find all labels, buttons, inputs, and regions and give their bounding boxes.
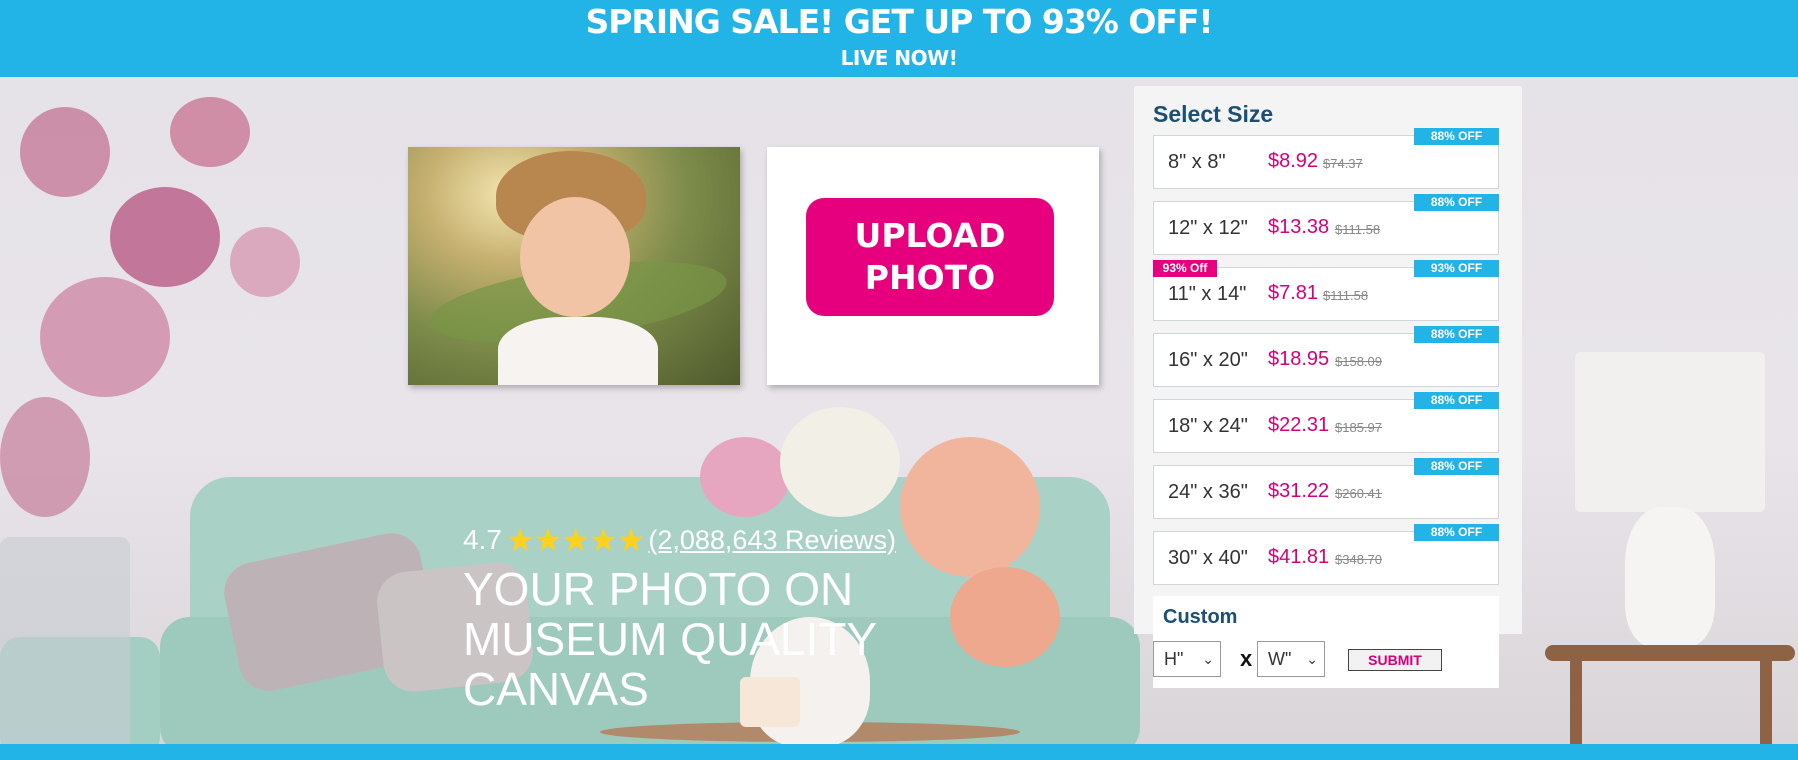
size-old-price: $74.37 <box>1323 156 1363 171</box>
reviews-link[interactable]: (2,088,643 Reviews) <box>648 525 896 556</box>
blossom-image <box>40 277 170 397</box>
size-option[interactable]: 11" x 14" $7.81 $111.58 93% Off 93% OFF <box>1153 260 1499 321</box>
upload-photo-button[interactable]: UPLOAD PHOTO <box>806 198 1054 316</box>
custom-size-box: Custom H" ⌄ x W" ⌄ SUBMIT <box>1153 596 1499 688</box>
hero-section: UPLOAD PHOTO 4.7 ★★★★★ (2,088,643 Review… <box>0 77 1798 744</box>
size-price: $7.81 <box>1268 282 1319 304</box>
size-label: 8" x 8" <box>1168 151 1226 173</box>
best-deal-badge: 93% Off <box>1153 260 1217 277</box>
size-price: $13.38 <box>1268 216 1330 238</box>
hero-headline: YOUR PHOTO ON MUSEUM QUALITY CANVAS <box>463 563 877 715</box>
discount-badge: 88% OFF <box>1414 128 1499 145</box>
size-old-price: $260.41 <box>1335 486 1382 501</box>
size-old-price: $158.09 <box>1335 354 1382 369</box>
peony-image <box>700 437 790 517</box>
promo-banner[interactable]: SPRING SALE! GET UP TO 93% OFF! LIVE NOW… <box>0 0 1798 77</box>
table-leg <box>1570 661 1582 744</box>
discount-badge: 88% OFF <box>1414 326 1499 343</box>
discount-badge: 88% OFF <box>1414 194 1499 211</box>
size-price: $41.81 <box>1268 546 1330 568</box>
promo-title: SPRING SALE! GET UP TO 93% OFF! <box>585 2 1213 41</box>
lamp-shade-image <box>1575 352 1765 512</box>
table-leg <box>1760 661 1772 744</box>
sample-canvas-photo <box>408 147 740 385</box>
size-option[interactable]: 18" x 24" $22.31 $185.97 88% OFF <box>1153 392 1499 453</box>
size-option[interactable]: 12" x 12" $13.38 $111.58 88% OFF <box>1153 194 1499 255</box>
star-icon: ★★★★★ <box>505 522 645 558</box>
custom-title: Custom <box>1163 606 1238 628</box>
child-face <box>520 197 630 317</box>
lamp-base-image <box>1625 507 1715 647</box>
chevron-down-icon: ⌄ <box>1202 650 1214 667</box>
upload-canvas[interactable]: UPLOAD PHOTO <box>767 147 1099 385</box>
blossom-image <box>20 107 110 197</box>
promo-subtitle: LIVE NOW! <box>840 46 958 70</box>
size-label: 12" x 12" <box>1168 217 1248 239</box>
chevron-down-icon: ⌄ <box>1306 650 1318 667</box>
size-price: $8.92 <box>1268 150 1319 172</box>
size-old-price: $111.58 <box>1335 222 1381 237</box>
discount-badge: 88% OFF <box>1414 524 1499 541</box>
size-price: $18.95 <box>1268 348 1330 370</box>
glass-vase-image <box>0 537 130 744</box>
blossom-image <box>170 97 250 167</box>
width-select-value: W" <box>1268 648 1292 669</box>
size-price: $22.31 <box>1268 414 1330 436</box>
size-selector-panel: Select Size 8" x 8" $8.92 $74.37 88% OFF… <box>1134 86 1522 634</box>
discount-badge: 88% OFF <box>1414 392 1499 409</box>
size-label: 18" x 24" <box>1168 415 1248 437</box>
submit-button[interactable]: SUBMIT <box>1348 649 1442 671</box>
blossom-image <box>0 397 90 517</box>
size-option[interactable]: 24" x 36" $31.22 $260.41 88% OFF <box>1153 458 1499 519</box>
size-price: $31.22 <box>1268 480 1330 502</box>
width-select[interactable]: W" ⌄ <box>1257 641 1325 677</box>
rating-score: 4.7 <box>463 524 502 555</box>
blossom-image <box>230 227 300 297</box>
size-label: 30" x 40" <box>1168 547 1248 569</box>
times-sign: x <box>1240 646 1253 671</box>
size-old-price: $111.58 <box>1323 288 1369 303</box>
side-table-image <box>1545 645 1795 661</box>
child-dress <box>498 317 658 385</box>
size-option[interactable]: 16" x 20" $18.95 $158.09 88% OFF <box>1153 326 1499 387</box>
orchid-image <box>900 437 1040 577</box>
size-old-price: $185.97 <box>1335 420 1382 435</box>
size-option[interactable]: 30" x 40" $41.81 $348.70 88% OFF <box>1153 524 1499 585</box>
discount-badge: 93% OFF <box>1414 260 1499 277</box>
custom-size-wrapper: Custom H" ⌄ x W" ⌄ SUBMIT <box>1134 591 1522 711</box>
rating-row: 4.7 ★★★★★ (2,088,643 Reviews) <box>463 521 896 559</box>
discount-badge: 88% OFF <box>1414 458 1499 475</box>
size-old-price: $348.70 <box>1335 552 1382 567</box>
panel-title: Select Size <box>1153 101 1274 127</box>
height-select[interactable]: H" ⌄ <box>1153 641 1221 677</box>
size-label: 16" x 20" <box>1168 349 1248 371</box>
size-label: 11" x 14" <box>1168 283 1247 305</box>
bottom-bar <box>0 744 1798 760</box>
tulip-image <box>780 407 900 517</box>
height-select-value: H" <box>1164 648 1184 669</box>
size-option[interactable]: 8" x 8" $8.92 $74.37 88% OFF <box>1153 128 1499 189</box>
blossom-image <box>110 187 220 287</box>
size-label: 24" x 36" <box>1168 481 1248 503</box>
